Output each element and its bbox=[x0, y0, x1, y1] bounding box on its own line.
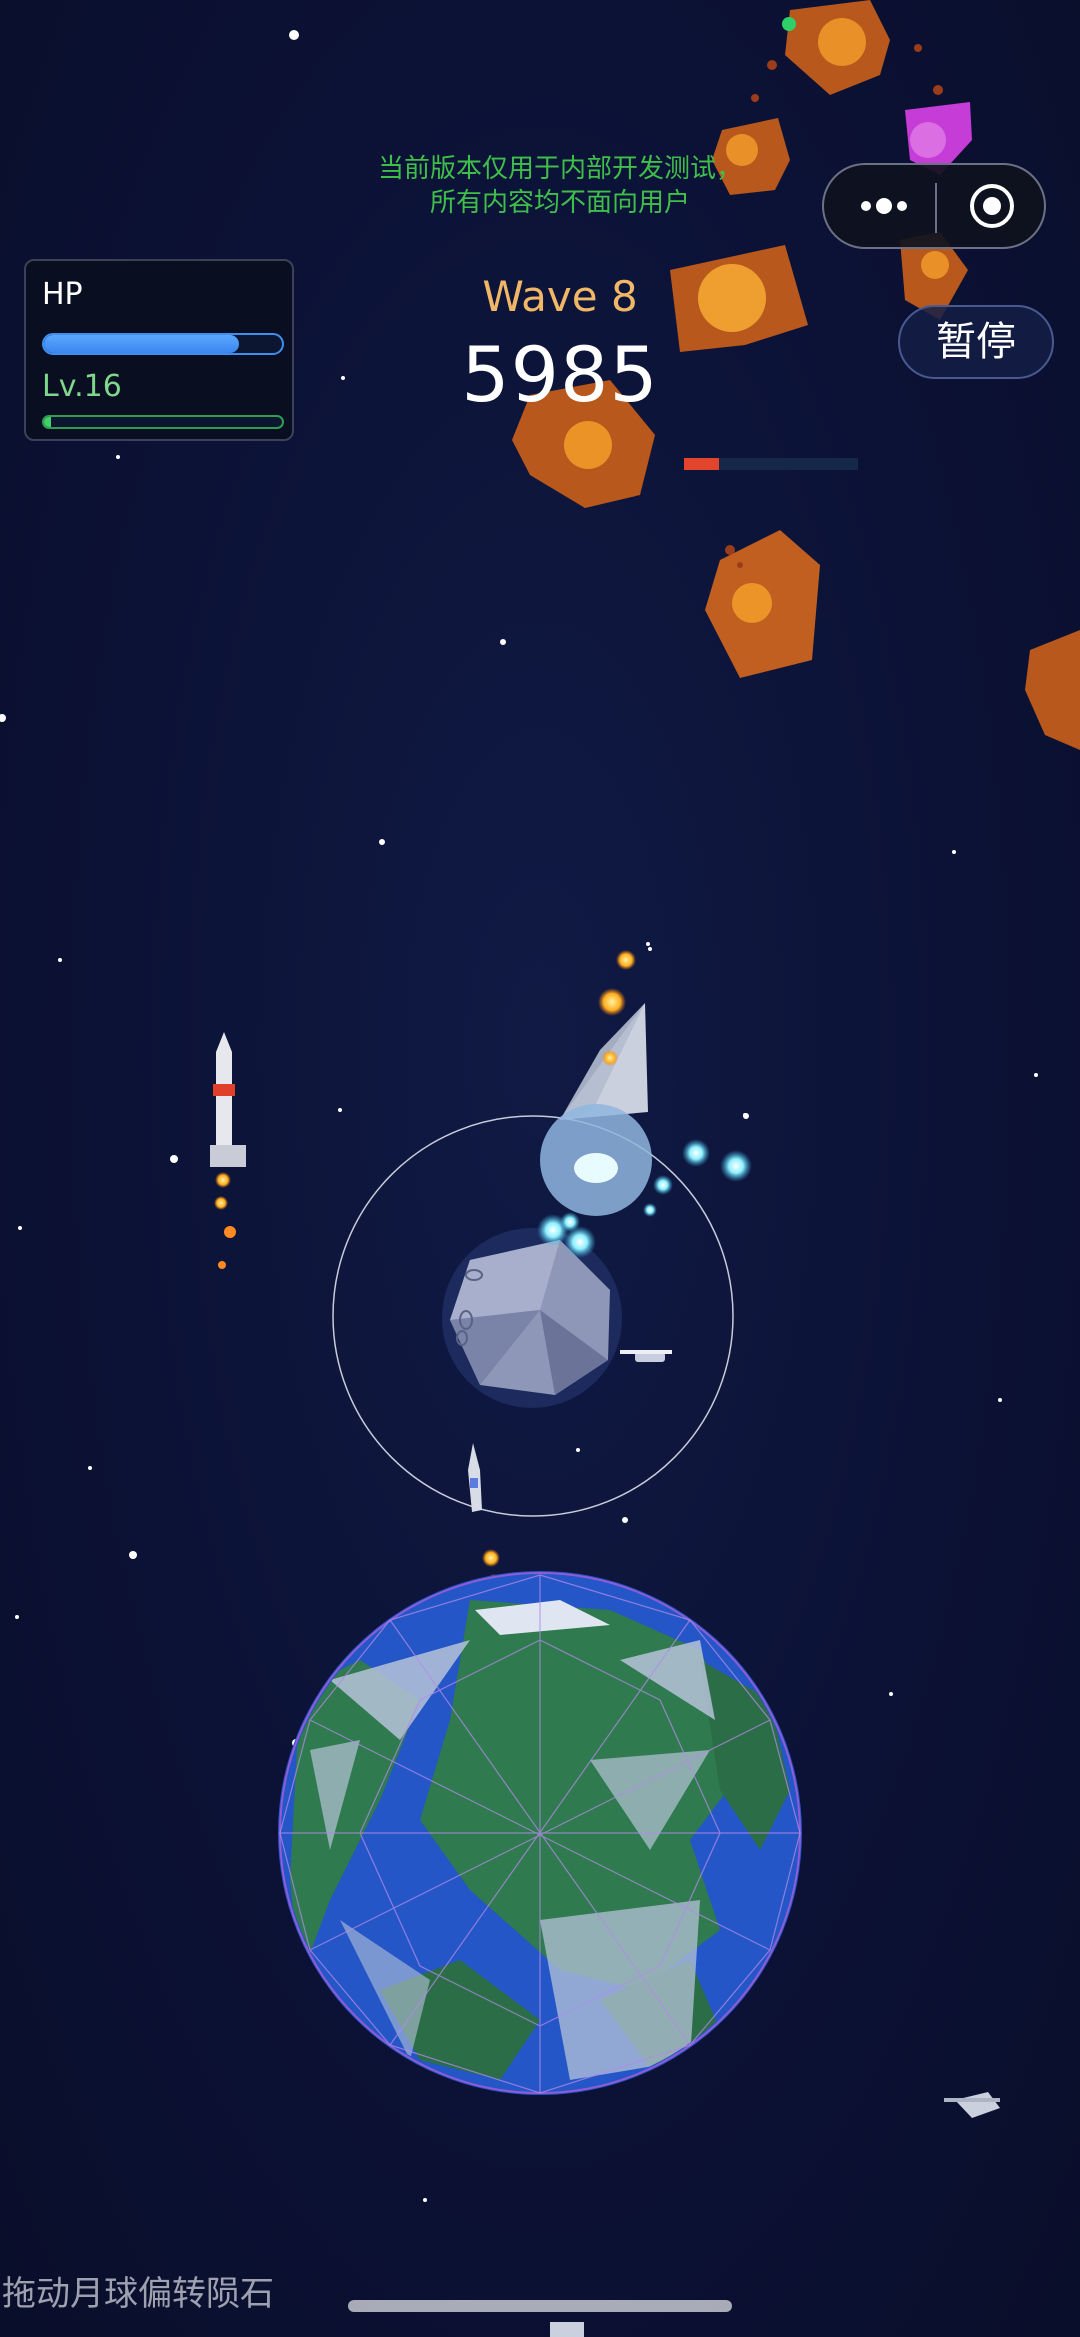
boss-health-bar bbox=[684, 458, 858, 470]
earth bbox=[278, 1571, 802, 2095]
control-hint: 拖动月球偏转陨石 bbox=[2, 2274, 274, 2314]
boss-health-fill bbox=[684, 458, 719, 470]
shield-satellite bbox=[540, 1003, 652, 1216]
game-stage[interactable]: 当前版本仅用于内部开发测试， 所有内容均不面向用户 暂停 HP Lv.16 Wa… bbox=[0, 0, 1080, 2337]
xp-bar bbox=[42, 415, 284, 429]
moon bbox=[442, 1228, 622, 1408]
drone-bottom bbox=[550, 2322, 584, 2337]
small-missile bbox=[468, 1443, 482, 1512]
rocket-left bbox=[210, 1032, 246, 1269]
asteroid-right bbox=[705, 530, 820, 678]
hp-bar bbox=[42, 333, 284, 355]
small-satellite bbox=[620, 1350, 672, 1362]
target-circle-icon bbox=[970, 184, 1014, 228]
more-menu-button[interactable] bbox=[844, 175, 924, 237]
wave-label: Wave 8 bbox=[482, 272, 638, 321]
hp-bar-fill bbox=[44, 335, 240, 353]
mini-program-capsule bbox=[822, 163, 1046, 249]
asteroid-edge bbox=[1025, 630, 1080, 750]
dev-notice-line-1: 当前版本仅用于内部开发测试， bbox=[377, 154, 742, 184]
more-dots-icon bbox=[861, 198, 907, 214]
dev-notice-line-2: 所有内容均不面向用户 bbox=[429, 188, 690, 218]
hp-label: HP bbox=[42, 277, 83, 312]
drone-bottom-right bbox=[944, 2092, 1000, 2118]
exit-mini-program-button[interactable] bbox=[952, 175, 1032, 237]
dev-notice: 当前版本仅用于内部开发测试， 所有内容均不面向用户 bbox=[300, 152, 820, 220]
xp-bar-fill bbox=[44, 417, 52, 427]
score: 5985 bbox=[461, 330, 659, 419]
asteroid-top bbox=[785, 0, 890, 95]
capsule-separator bbox=[935, 183, 937, 233]
home-indicator[interactable] bbox=[348, 2300, 732, 2312]
level-label: Lv.16 bbox=[42, 369, 122, 404]
pause-button[interactable]: 暂停 bbox=[898, 305, 1054, 379]
hp-panel: HP Lv.16 bbox=[24, 259, 294, 441]
